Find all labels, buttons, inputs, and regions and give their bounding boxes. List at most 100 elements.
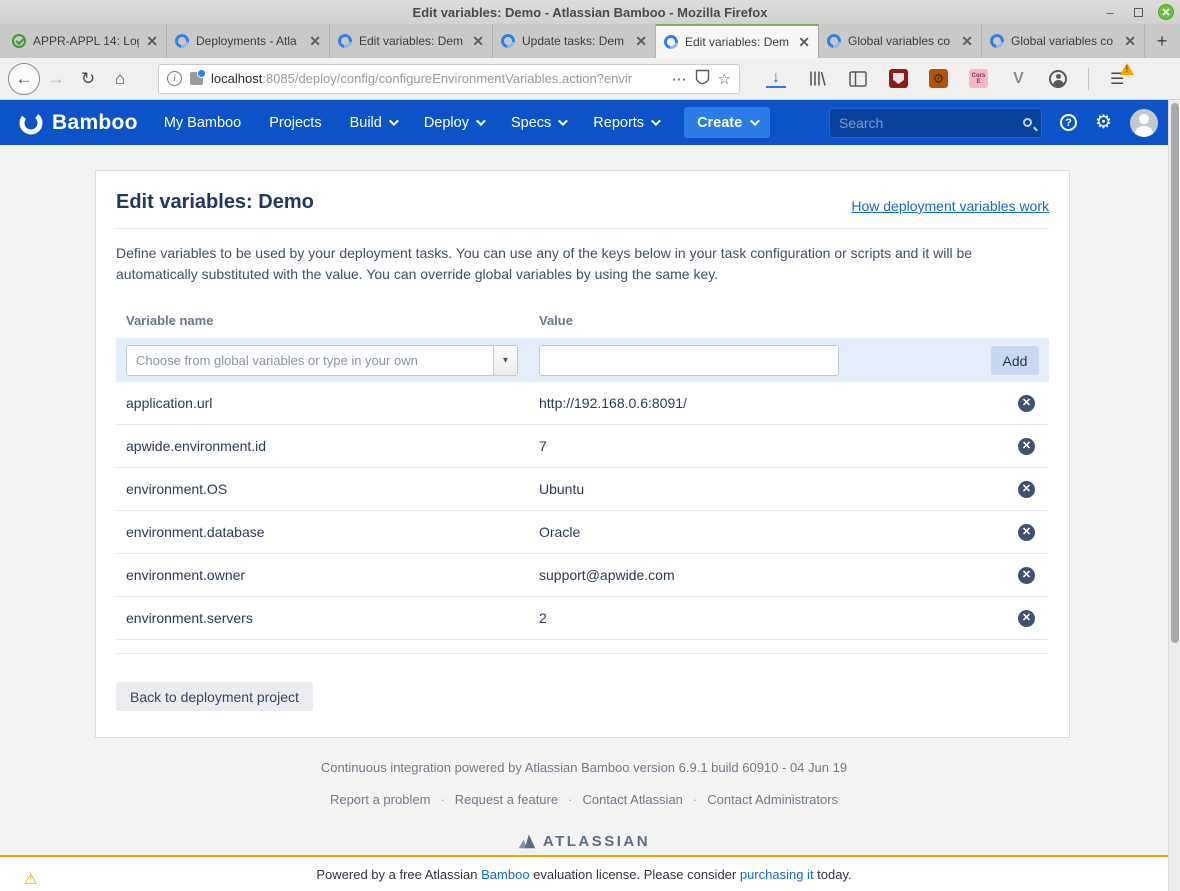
add-button[interactable]: Add: [991, 346, 1039, 375]
library-icon[interactable]: [807, 69, 827, 89]
how-variables-work-link[interactable]: How deployment variables work: [851, 198, 1049, 214]
tab-favicon-icon: [498, 31, 517, 50]
footer-link[interactable]: Contact Administrators: [707, 792, 838, 807]
footer-link[interactable]: Report a problem: [330, 792, 430, 807]
search-box[interactable]: [829, 108, 1042, 138]
browser-tab[interactable]: Edit variables: Dem ✕: [330, 24, 493, 58]
user-avatar[interactable]: [1130, 109, 1158, 137]
tab-close-icon[interactable]: ✕: [1124, 33, 1136, 50]
variable-name: environment.owner: [126, 567, 539, 583]
footer-links: Report a problem·Request a feature·Conta…: [0, 792, 1168, 807]
tab-title: Deployments - Atla: [196, 34, 302, 48]
nav-item[interactable]: Specs: [511, 115, 565, 131]
new-tab-button[interactable]: +: [1145, 24, 1179, 58]
nav-item[interactable]: My Bamboo: [164, 115, 241, 131]
nav-item[interactable]: Build: [350, 115, 396, 131]
ublock-extension-icon[interactable]: [889, 69, 908, 88]
scrollbar-thumb[interactable]: [1171, 103, 1179, 643]
bamboo-license-link[interactable]: Bamboo: [481, 867, 529, 882]
page-scrollbar[interactable]: [1168, 100, 1180, 891]
tab-close-icon[interactable]: ✕: [146, 33, 158, 50]
description-text: Define variables to be used by your depl…: [116, 243, 1031, 285]
search-icon: [1023, 118, 1032, 127]
delete-variable-icon[interactable]: ✕: [1018, 524, 1035, 541]
delete-variable-icon[interactable]: ✕: [1018, 395, 1035, 412]
menu-icon[interactable]: ☰: [1110, 69, 1124, 89]
page-actions-icon[interactable]: ⋯: [672, 70, 687, 88]
gear-extension-icon[interactable]: ⚙: [929, 69, 948, 88]
tab-strip: APPR-APPL 14: Log ✕ Deployments - Atla ✕…: [0, 24, 1180, 58]
variable-value: Ubuntu: [539, 481, 969, 497]
nav-items: My Bamboo Projects Build Deploy Specs Re…: [164, 115, 658, 131]
nav-item[interactable]: Deploy: [424, 115, 483, 131]
reload-button[interactable]: ↻: [72, 63, 104, 95]
forward-button[interactable]: →: [40, 63, 72, 95]
url-text[interactable]: localhost:8085/deploy/config/configureEn…: [211, 71, 664, 86]
url-bar[interactable]: i localhost:8085/deploy/config/configure…: [158, 64, 740, 94]
browser-tab[interactable]: Update tasks: Dem ✕: [493, 24, 656, 58]
tab-close-icon[interactable]: ✕: [798, 34, 810, 51]
url-path: :8085/deploy/config/configureEnvironment…: [262, 71, 632, 86]
tab-close-icon[interactable]: ✕: [635, 33, 647, 50]
account-icon[interactable]: [1049, 70, 1067, 88]
create-button-label: Create: [697, 115, 742, 131]
variable-name-combobox[interactable]: ▾: [126, 345, 518, 376]
window-title: Edit variables: Demo - Atlassian Bamboo …: [413, 5, 768, 20]
site-info-icon[interactable]: i: [167, 71, 182, 86]
home-button[interactable]: ⌂: [104, 63, 136, 95]
delete-variable-icon[interactable]: ✕: [1018, 481, 1035, 498]
search-input[interactable]: [839, 115, 1023, 131]
nav-item[interactable]: Reports: [593, 115, 658, 131]
site-footer: Continuous integration powered by Atlass…: [0, 760, 1168, 850]
chevron-down-icon: [750, 116, 760, 126]
delete-variable-icon[interactable]: ✕: [1018, 610, 1035, 627]
tab-favicon-icon: [172, 31, 191, 50]
sidebar-toggle-icon[interactable]: [848, 69, 868, 89]
tab-title: Update tasks: Dem: [522, 34, 628, 48]
nav-item[interactable]: Projects: [269, 115, 321, 131]
tab-close-icon[interactable]: ✕: [961, 33, 973, 50]
pocket-shield-icon[interactable]: [695, 69, 710, 89]
tab-close-icon[interactable]: ✕: [472, 33, 484, 50]
toolbar-separator: [1088, 68, 1089, 90]
variable-row: environment.database Oracle ✕: [116, 511, 1049, 554]
window-maximize-button[interactable]: [1130, 4, 1146, 20]
bamboo-logo-icon: [18, 110, 44, 136]
browser-tab[interactable]: Global variables co ✕: [819, 24, 982, 58]
tab-list: APPR-APPL 14: Log ✕ Deployments - Atla ✕…: [4, 24, 1145, 58]
variable-name: environment.servers: [126, 610, 539, 626]
help-icon[interactable]: ?: [1060, 114, 1077, 131]
cors-extension-icon[interactable]: CorsE: [969, 69, 988, 88]
bookmark-star-icon[interactable]: ☆: [718, 70, 731, 88]
downloads-icon[interactable]: ↓: [766, 70, 786, 88]
create-button[interactable]: Create: [684, 107, 770, 138]
browser-tab[interactable]: Edit variables: Dem ✕: [656, 24, 819, 58]
tab-close-icon[interactable]: ✕: [309, 33, 321, 50]
permissions-icon[interactable]: [190, 72, 203, 85]
browser-tab[interactable]: APPR-APPL 14: Log ✕: [4, 24, 167, 58]
window-minimize-button[interactable]: –: [1102, 4, 1118, 20]
settings-gear-icon[interactable]: ⚙: [1095, 111, 1112, 134]
brand-name: Bamboo: [52, 111, 138, 135]
chevron-down-icon: [651, 116, 661, 126]
tab-favicon-icon: [661, 32, 680, 51]
browser-tab[interactable]: Global variables co ✕: [982, 24, 1145, 58]
bamboo-logo[interactable]: Bamboo: [18, 110, 138, 136]
footer-link[interactable]: Contact Atlassian: [582, 792, 682, 807]
browser-tab[interactable]: Deployments - Atla ✕: [167, 24, 330, 58]
window-close-button[interactable]: ✕: [1158, 4, 1174, 20]
combobox-caret-icon[interactable]: ▾: [493, 346, 517, 375]
back-button[interactable]: ←: [8, 63, 40, 95]
variable-name-input[interactable]: [127, 346, 493, 375]
delete-variable-icon[interactable]: ✕: [1018, 438, 1035, 455]
license-text: Powered by a free Atlassian Bamboo evalu…: [316, 867, 851, 882]
back-to-deployment-project-button[interactable]: Back to deployment project: [116, 682, 313, 711]
v-extension-icon[interactable]: V: [1009, 69, 1028, 88]
variable-value-input[interactable]: [539, 345, 839, 376]
footer-link[interactable]: Request a feature: [455, 792, 558, 807]
nav-item-label: Projects: [269, 115, 321, 131]
chevron-down-icon: [476, 116, 486, 126]
purchasing-link[interactable]: purchasing it: [740, 867, 814, 882]
license-bar: Powered by a free Atlassian Bamboo evalu…: [0, 855, 1168, 891]
delete-variable-icon[interactable]: ✕: [1018, 567, 1035, 584]
